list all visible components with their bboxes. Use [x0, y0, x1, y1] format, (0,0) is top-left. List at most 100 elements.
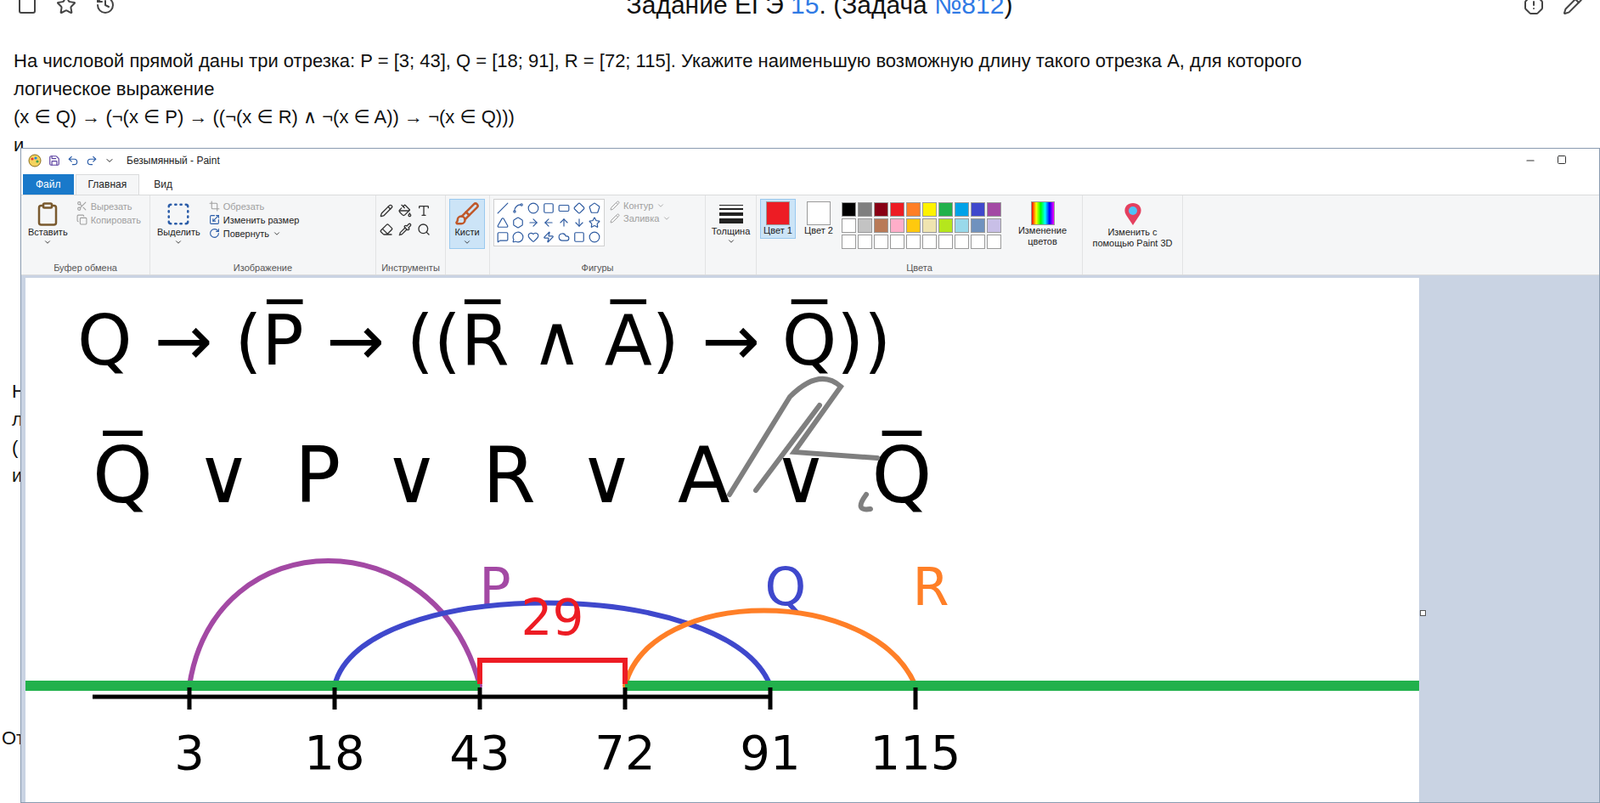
shape-icon[interactable]	[573, 216, 586, 229]
palette-swatch[interactable]	[954, 202, 970, 217]
title-text: . (Задача	[818, 0, 935, 19]
palette-swatch[interactable]	[922, 218, 937, 233]
answer-bracket: 29	[479, 588, 626, 684]
palette-swatch[interactable]	[841, 218, 857, 233]
palette-swatch[interactable]	[890, 202, 905, 217]
shape-icon[interactable]	[512, 230, 524, 243]
shape-icon[interactable]	[542, 216, 555, 229]
palette-swatch[interactable]	[986, 234, 1002, 249]
brushes-button[interactable]: Кисти	[449, 198, 485, 249]
palette-swatch[interactable]	[873, 202, 889, 217]
ribbon-tab[interactable]: Файл	[22, 174, 74, 195]
shape-icon[interactable]	[557, 202, 570, 215]
tool-icon[interactable]	[398, 222, 412, 237]
tool-icon[interactable]	[416, 222, 431, 237]
shape-icon[interactable]	[557, 216, 570, 229]
shape-icon[interactable]	[542, 230, 555, 243]
minimize-icon[interactable]	[1524, 154, 1537, 167]
shape-icon[interactable]	[496, 202, 509, 215]
palette-swatch[interactable]	[986, 202, 1002, 217]
tool-icon[interactable]	[416, 203, 431, 218]
palette-swatch[interactable]	[841, 202, 857, 217]
shape-icon[interactable]	[496, 230, 509, 243]
size-button[interactable]: Толщина	[709, 198, 753, 248]
maximize-icon[interactable]	[1556, 154, 1567, 165]
color-slot[interactable]: Цвет 1	[760, 198, 796, 239]
shape-icon[interactable]	[496, 216, 509, 229]
palette-swatch[interactable]	[841, 234, 857, 249]
select-button[interactable]: Выделить	[153, 198, 204, 249]
palette-swatch[interactable]	[922, 234, 937, 249]
shape-icon[interactable]	[527, 202, 540, 215]
palette-swatch[interactable]	[970, 218, 986, 233]
image-item[interactable]: Изменить размер	[208, 214, 300, 226]
palette-swatch[interactable]	[857, 218, 873, 233]
paste-button[interactable]: Вставить	[24, 198, 72, 249]
dropdown-icon	[726, 236, 736, 246]
shape-icon[interactable]	[542, 202, 555, 215]
palette-swatch[interactable]	[890, 218, 905, 233]
svg-text:R: R	[912, 555, 949, 618]
shape-gallery[interactable]	[493, 198, 605, 247]
tool-icon[interactable]	[379, 203, 394, 218]
dropdown-icon	[174, 237, 183, 247]
palette-swatch[interactable]	[938, 218, 953, 233]
color-slot[interactable]: Цвет 2	[800, 198, 837, 239]
palette-swatch[interactable]	[970, 234, 986, 249]
quick-access-icon[interactable]	[104, 155, 115, 166]
palette-swatch[interactable]	[970, 202, 986, 217]
palette-swatch[interactable]	[890, 234, 905, 249]
ribbon-tab[interactable]: Главная	[75, 174, 141, 195]
paint3d-button[interactable]: Изменить с помощью Paint 3D	[1086, 198, 1179, 252]
clipboard-item[interactable]: Вырезать	[76, 200, 141, 212]
ribbon-tab[interactable]: Вид	[140, 174, 186, 195]
star-icon[interactable]	[56, 0, 77, 16]
gray-scribble	[729, 378, 878, 510]
clipboard-item[interactable]: Копировать	[76, 214, 141, 226]
palette-swatch[interactable]	[922, 202, 937, 217]
canvas-drawing[interactable]: Q → (P̅ → ((R̅ ∧ A̅) → Q̅))Q̅ ∨ P ∨ R ∨ …	[25, 277, 1420, 802]
palette-swatch[interactable]	[938, 202, 953, 217]
tool-icon[interactable]	[398, 203, 412, 218]
undo-icon[interactable]	[67, 154, 79, 167]
palette-swatch[interactable]	[954, 218, 970, 233]
shape-icon[interactable]	[588, 230, 601, 243]
image-item[interactable]: Обрезать	[208, 200, 300, 212]
tool-icon[interactable]	[379, 222, 394, 237]
edit-icon[interactable]	[1562, 0, 1584, 16]
shape-icon[interactable]	[527, 230, 540, 243]
canvas[interactable]: Q → (P̅ → ((R̅ ∧ A̅) → Q̅))Q̅ ∨ P ∨ R ∨ …	[25, 277, 1420, 802]
palette-swatch[interactable]	[873, 218, 889, 233]
ribbon: ВставитьВырезатьКопироватьБуфер обменаВы…	[21, 194, 1600, 276]
history-icon[interactable]	[95, 0, 116, 16]
checkbox-icon[interactable]	[16, 0, 38, 16]
edit-colors-button[interactable]: Изменение цветов	[1006, 198, 1079, 250]
palette-swatch[interactable]	[954, 234, 970, 249]
image-item[interactable]: Повернуть	[208, 227, 300, 239]
palette-swatch[interactable]	[906, 202, 921, 217]
shape-option[interactable]: Заливка	[609, 213, 671, 224]
shape-icon[interactable]	[573, 202, 586, 215]
shape-icon[interactable]	[512, 202, 524, 215]
shape-icon[interactable]	[512, 216, 524, 229]
title-link[interactable]: №812	[934, 0, 1004, 19]
title-link[interactable]: 15	[790, 0, 819, 19]
palette-swatch[interactable]	[938, 234, 953, 249]
palette-swatch[interactable]	[873, 234, 889, 249]
palette-swatch[interactable]	[986, 218, 1002, 233]
shape-option[interactable]: Контур	[609, 200, 671, 211]
shape-icon[interactable]	[588, 202, 601, 215]
resize-handle[interactable]	[1419, 609, 1426, 616]
report-icon[interactable]	[1523, 0, 1544, 16]
save-icon[interactable]	[48, 154, 61, 167]
shape-icon[interactable]	[527, 216, 540, 229]
palette-swatch[interactable]	[857, 202, 873, 217]
palette-swatch[interactable]	[906, 218, 921, 233]
shape-icon[interactable]	[573, 230, 586, 243]
shapes-group: КонтурЗаливкаФигуры	[490, 195, 706, 275]
redo-icon[interactable]	[85, 154, 98, 167]
palette-swatch[interactable]	[857, 234, 873, 249]
palette-swatch[interactable]	[906, 234, 921, 249]
shape-icon[interactable]	[588, 216, 601, 229]
shape-icon[interactable]	[557, 230, 570, 243]
